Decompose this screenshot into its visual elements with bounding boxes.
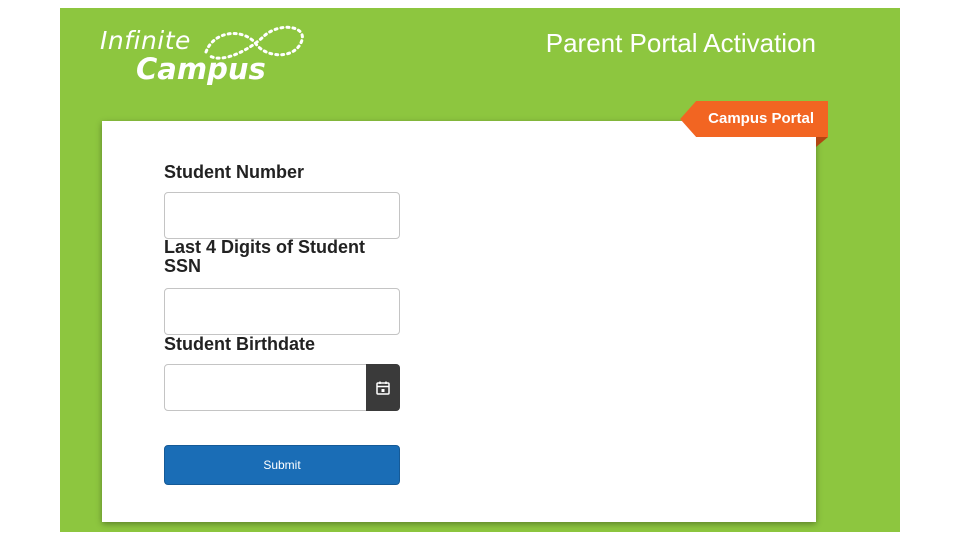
student-number-input[interactable] xyxy=(164,192,400,239)
ribbon-fold xyxy=(816,137,828,147)
infinite-campus-logo: Infinite Campus xyxy=(100,20,320,90)
ssn-label: Last 4 Digits of Student SSN xyxy=(164,237,366,276)
submit-button[interactable]: Submit xyxy=(164,445,400,485)
campus-portal-ribbon: Campus Portal xyxy=(680,101,828,137)
logo-text-campus: Campus xyxy=(136,52,266,86)
activation-card: Campus Portal Student Number Last 4 Digi… xyxy=(102,101,828,522)
birthdate-input[interactable] xyxy=(164,364,400,411)
calendar-icon xyxy=(376,381,390,395)
ssn-input[interactable] xyxy=(164,288,400,335)
birthdate-field xyxy=(164,364,400,411)
page-title: Parent Portal Activation xyxy=(545,28,816,58)
page-background: Infinite Campus Parent Portal Activation… xyxy=(60,8,900,532)
student-number-label: Student Number xyxy=(164,162,305,182)
birthdate-label: Student Birthdate xyxy=(164,334,315,354)
date-picker-button[interactable] xyxy=(366,364,400,411)
logo-text-infinite: Infinite xyxy=(100,26,191,55)
